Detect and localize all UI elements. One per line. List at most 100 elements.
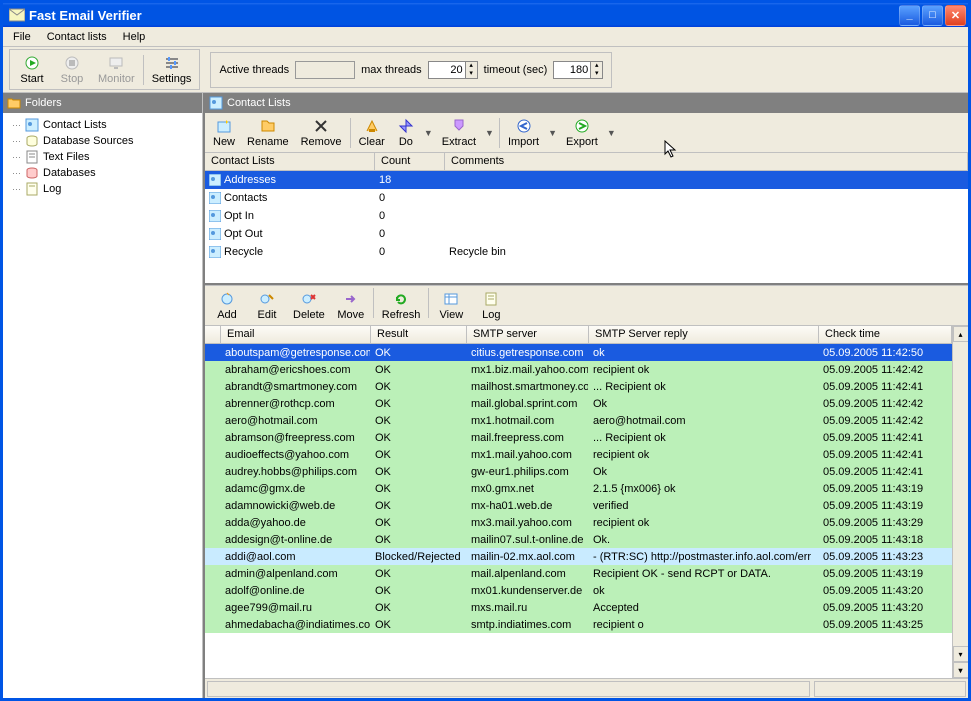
scroll-up-icon[interactable]: ▴ xyxy=(953,326,969,342)
menu-contact-lists[interactable]: Contact lists xyxy=(39,29,115,45)
remove-button[interactable]: Remove xyxy=(295,115,348,150)
menu-file[interactable]: File xyxy=(5,29,39,45)
timeout-input[interactable] xyxy=(554,62,590,78)
col-smtp[interactable]: SMTP server xyxy=(467,326,589,343)
email-row[interactable]: abrandt@smartmoney.comOKmailhost.smartmo… xyxy=(205,378,952,395)
email-row[interactable]: aero@hotmail.comOKmx1.hotmail.comaero@ho… xyxy=(205,412,952,429)
export-button[interactable]: Export xyxy=(560,115,604,150)
move-icon xyxy=(342,290,360,308)
add-button[interactable]: Add xyxy=(207,288,247,323)
lists-header-row: Contact Lists Count Comments xyxy=(205,153,968,171)
edit-button[interactable]: Edit xyxy=(247,288,287,323)
emails-scrollbar[interactable]: ▴ ▾ ▾ xyxy=(952,326,968,678)
import-button[interactable]: Import xyxy=(502,115,545,150)
spin-up-icon[interactable]: ▴ xyxy=(590,62,602,70)
col-time[interactable]: Check time xyxy=(819,326,952,343)
list-row[interactable]: Contacts0 xyxy=(205,189,968,207)
tree-item-log[interactable]: ⋯ Log xyxy=(5,181,200,197)
clear-button[interactable]: Clear xyxy=(353,115,391,150)
tree-item-text-files[interactable]: ⋯ Text Files xyxy=(5,149,200,165)
lists-rows: Addresses18Contacts0Opt In0Opt Out0Recyc… xyxy=(205,171,968,261)
titlebar[interactable]: Fast Email Verifier _ □ ✕ xyxy=(3,3,968,27)
max-threads-label: max threads xyxy=(361,64,422,76)
delete-icon xyxy=(300,290,318,308)
maximize-button[interactable]: □ xyxy=(922,5,943,26)
app-icon xyxy=(9,7,25,23)
email-row[interactable]: adda@yahoo.deOKmx3.mail.yahoo.comrecipie… xyxy=(205,514,952,531)
contact-lists-icon xyxy=(25,118,39,132)
col-comments[interactable]: Comments xyxy=(445,153,968,170)
email-row[interactable]: abramson@freepress.comOKmail.freepress.c… xyxy=(205,429,952,446)
email-row[interactable]: agee799@mail.ruOKmxs.mail.ruAccepted05.0… xyxy=(205,599,952,616)
col-email[interactable]: Email xyxy=(221,326,371,343)
list-row[interactable]: Addresses18 xyxy=(205,171,968,189)
threads-panel: Active threads max threads ▴▾ timeout (s… xyxy=(210,52,612,88)
tree-item-contact-lists[interactable]: ⋯ Contact Lists xyxy=(5,117,200,133)
tree-item-databases[interactable]: ⋯ Databases xyxy=(5,165,200,181)
new-button[interactable]: New xyxy=(207,115,241,150)
settings-button[interactable]: Settings xyxy=(146,52,198,87)
email-row[interactable]: abraham@ericshoes.comOKmx1.biz.mail.yaho… xyxy=(205,361,952,378)
view-icon xyxy=(442,290,460,308)
minimize-button[interactable]: _ xyxy=(899,5,920,26)
spin-down-icon[interactable]: ▾ xyxy=(590,70,602,78)
log-icon xyxy=(25,182,39,196)
tree-item-database-sources[interactable]: ⋯ Database Sources xyxy=(5,133,200,149)
stop-button[interactable]: Stop xyxy=(52,52,92,87)
scroll-end-icon[interactable]: ▾ xyxy=(953,662,969,678)
email-row[interactable]: adamnowicki@web.deOKmx-ha01.web.de verif… xyxy=(205,497,952,514)
log-icon xyxy=(482,290,500,308)
max-threads-spinbox[interactable]: ▴▾ xyxy=(428,61,478,79)
log-button[interactable]: Log xyxy=(471,288,511,323)
dropdown-arrow-icon[interactable]: ▼ xyxy=(604,128,619,138)
close-button[interactable]: ✕ xyxy=(945,5,966,26)
email-row[interactable]: aboutspam@getresponse.comOKcitius.getres… xyxy=(205,344,952,361)
clear-icon xyxy=(363,117,381,135)
list-row[interactable]: Opt In0 xyxy=(205,207,968,225)
col-result[interactable]: Result xyxy=(371,326,467,343)
email-row[interactable]: admin@alpenland.comOKmail.alpenland.comR… xyxy=(205,565,952,582)
monitor-button[interactable]: Monitor xyxy=(92,52,141,87)
email-row[interactable]: adolf@online.deOKmx01.kundenserver.de ok… xyxy=(205,582,952,599)
timeout-spinbox[interactable]: ▴▾ xyxy=(553,61,603,79)
email-row[interactable]: addi@aol.comBlocked/Rejectedmailin-02.mx… xyxy=(205,548,952,565)
col-contact-lists[interactable]: Contact Lists xyxy=(205,153,375,170)
extract-button[interactable]: Extract xyxy=(436,115,482,150)
menu-help[interactable]: Help xyxy=(115,29,154,45)
list-row[interactable]: Opt Out0 xyxy=(205,225,968,243)
dropdown-arrow-icon[interactable]: ▼ xyxy=(421,128,436,138)
scroll-down-icon[interactable]: ▾ xyxy=(953,646,969,662)
email-row[interactable]: abrenner@rothcp.comOKmail.global.sprint.… xyxy=(205,395,952,412)
email-row[interactable]: audrey.hobbs@philips.comOKgw-eur1.philip… xyxy=(205,463,952,480)
folder-icon xyxy=(7,96,21,110)
email-row[interactable]: addesign@t-online.deOKmailin07.sul.t-onl… xyxy=(205,531,952,548)
refresh-button[interactable]: Refresh xyxy=(376,288,427,323)
text-files-icon xyxy=(25,150,39,164)
email-row[interactable]: audioeffects@yahoo.comOKmx1.mail.yahoo.c… xyxy=(205,446,952,463)
dropdown-arrow-icon[interactable]: ▼ xyxy=(482,128,497,138)
email-row[interactable]: ahmedabacha@indiatimes.comOKsmtp.indiati… xyxy=(205,616,952,633)
spin-up-icon[interactable]: ▴ xyxy=(465,62,477,70)
start-button[interactable]: Start xyxy=(12,52,52,87)
list-row[interactable]: Recycle0Recycle bin xyxy=(205,243,968,261)
delete-button[interactable]: Delete xyxy=(287,288,331,323)
spin-down-icon[interactable]: ▾ xyxy=(465,70,477,78)
col-reply[interactable]: SMTP Server reply xyxy=(589,326,819,343)
move-button[interactable]: Move xyxy=(331,288,371,323)
window-title: Fast Email Verifier xyxy=(29,8,142,23)
timeout-label: timeout (sec) xyxy=(484,64,548,76)
list-item-icon xyxy=(209,246,221,258)
do-button[interactable]: Do xyxy=(391,115,421,150)
col-count[interactable]: Count xyxy=(375,153,445,170)
folders-header: Folders xyxy=(3,93,202,113)
emails-header-row: Email Result SMTP server SMTP Server rep… xyxy=(205,326,952,344)
dropdown-arrow-icon[interactable]: ▼ xyxy=(545,128,560,138)
active-threads-input[interactable] xyxy=(295,61,355,79)
max-threads-input[interactable] xyxy=(429,62,465,78)
stop-icon xyxy=(63,54,81,72)
email-row[interactable]: adamc@gmx.deOKmx0.gmx.net2.1.5 {mx006} o… xyxy=(205,480,952,497)
rename-button[interactable]: Rename xyxy=(241,115,295,150)
view-button[interactable]: View xyxy=(431,288,471,323)
list-item-icon xyxy=(209,174,221,186)
folder-tree: ⋯ Contact Lists ⋯ Database Sources ⋯ Tex… xyxy=(3,113,202,698)
